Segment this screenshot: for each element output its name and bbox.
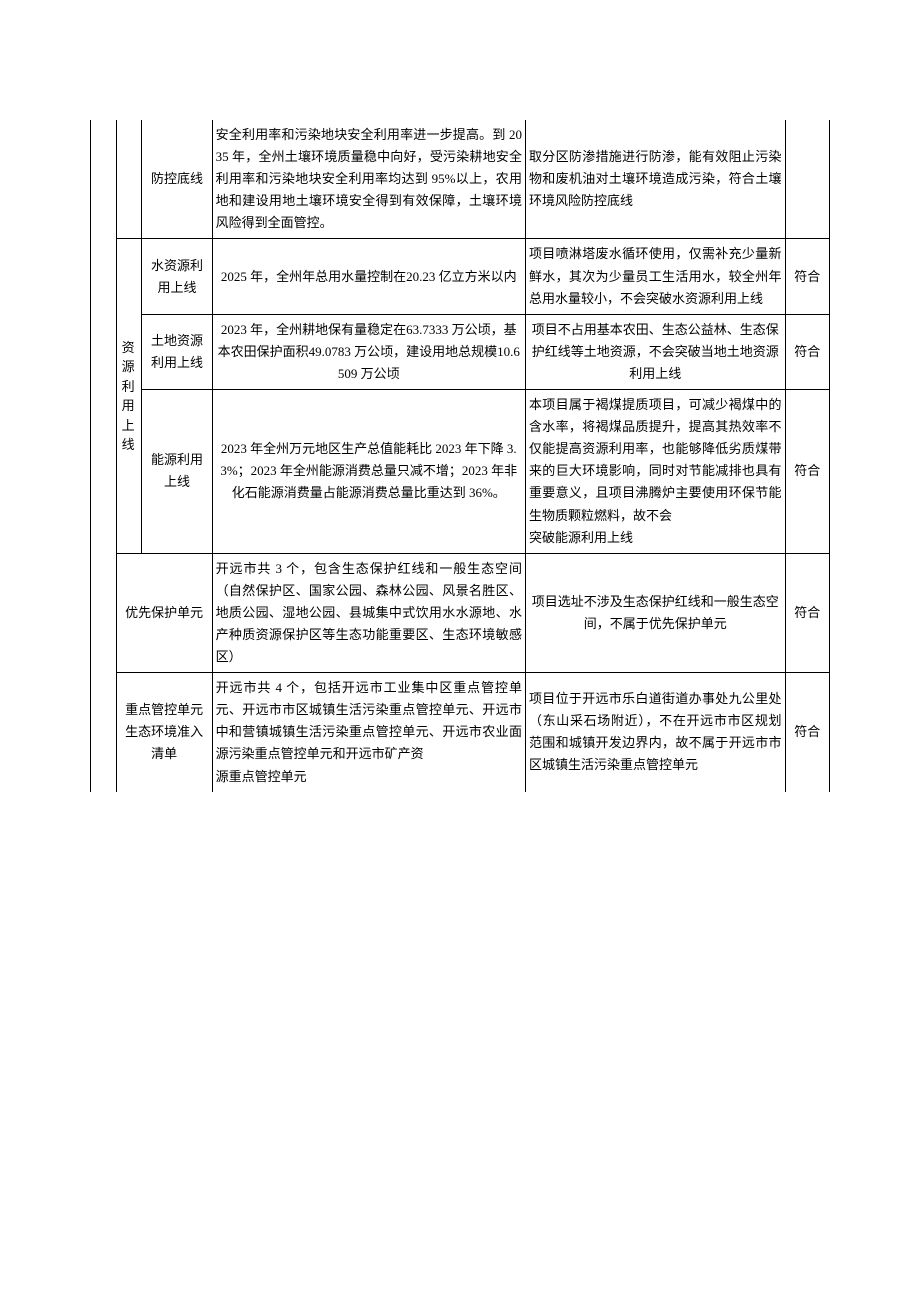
cell-sub: 土地资源利用上线	[142, 314, 212, 389]
cell-blank	[91, 673, 117, 792]
cell-req: 开远市共 3 个，包含生态保护红线和一般生态空间（自然保护区、国家公园、森林公园…	[212, 553, 525, 672]
cell-ana: 本项目属于褐煤提质项目，可减少褐煤中的含水率，将褐煤品质提升，提高其热效率不仅能…	[525, 390, 785, 554]
cell-blank	[91, 553, 117, 672]
regulation-table: 防控底线 安全利用率和污染地块安全利用率进一步提高。到 2035 年，全州土壤环…	[90, 120, 830, 792]
cell-sub: 能源利用上线	[142, 390, 212, 554]
cell-req: 安全利用率和污染地块安全利用率进一步提高。到 2035 年，全州土壤环境质量稳中…	[212, 120, 525, 239]
table-row: 土地资源利用上线 2023 年，全州耕地保有量稳定在63.7333 万公顷，基本…	[91, 314, 830, 389]
cell-res	[785, 120, 829, 239]
table-row: 能源利用上线 2023 年全州万元地区生产总值能耗比 2023 年下降 3.3%…	[91, 390, 830, 554]
cell-sub: 水资源利用上线	[142, 239, 212, 314]
cell-res: 符合	[785, 314, 829, 389]
cell-blank	[116, 120, 142, 239]
cell-sub: 防控底线	[142, 120, 212, 239]
cell-req: 开远市共 4 个，包括开远市工业集中区重点管控单元、开远市市区城镇生活污染重点管…	[212, 673, 525, 792]
cell-res: 符合	[785, 673, 829, 792]
cell-ana: 项目喷淋塔废水循环使用，仅需补充少量新鲜水，其次为少量员工生活用水，较全州年总用…	[525, 239, 785, 314]
cell-merge: 优先保护单元	[116, 553, 212, 672]
table-row: 资源利用上线 水资源利用上线 2025 年，全州年总用水量控制在20.23 亿立…	[91, 239, 830, 314]
cell-req: 2025 年，全州年总用水量控制在20.23 亿立方米以内	[212, 239, 525, 314]
table-row: 防控底线 安全利用率和污染地块安全利用率进一步提高。到 2035 年，全州土壤环…	[91, 120, 830, 239]
cell-group: 资源利用上线	[116, 239, 142, 553]
cell-blank	[91, 390, 117, 554]
cell-merge: 重点管控单元生态环境准入清单	[116, 673, 212, 792]
cell-req: 2023 年全州万元地区生产总值能耗比 2023 年下降 3.3%；2023 年…	[212, 390, 525, 554]
cell-ana: 项目不占用基本农田、生态公益林、生态保护红线等土地资源，不会突破当地土地资源利用…	[525, 314, 785, 389]
cell-res: 符合	[785, 390, 829, 554]
cell-blank	[91, 239, 117, 314]
cell-req: 2023 年，全州耕地保有量稳定在63.7333 万公顷，基本农田保护面积49.…	[212, 314, 525, 389]
cell-ana: 取分区防渗措施进行防渗，能有效阻止污染物和废机油对土壤环境造成污染，符合土壤环境…	[525, 120, 785, 239]
cell-res: 符合	[785, 239, 829, 314]
cell-ana: 项目位于开远市乐白道街道办事处九公里处（东山采石场附近），不在开远市市区规划范围…	[525, 673, 785, 792]
table-row: 重点管控单元生态环境准入清单 开远市共 4 个，包括开远市工业集中区重点管控单元…	[91, 673, 830, 792]
cell-blank	[91, 314, 117, 389]
cell-blank	[91, 120, 117, 239]
cell-ana: 项目选址不涉及生态保护红线和一般生态空间，不属于优先保护单元	[525, 553, 785, 672]
table-row: 优先保护单元 开远市共 3 个，包含生态保护红线和一般生态空间（自然保护区、国家…	[91, 553, 830, 672]
cell-res: 符合	[785, 553, 829, 672]
page: 防控底线 安全利用率和污染地块安全利用率进一步提高。到 2035 年，全州土壤环…	[0, 0, 920, 1301]
